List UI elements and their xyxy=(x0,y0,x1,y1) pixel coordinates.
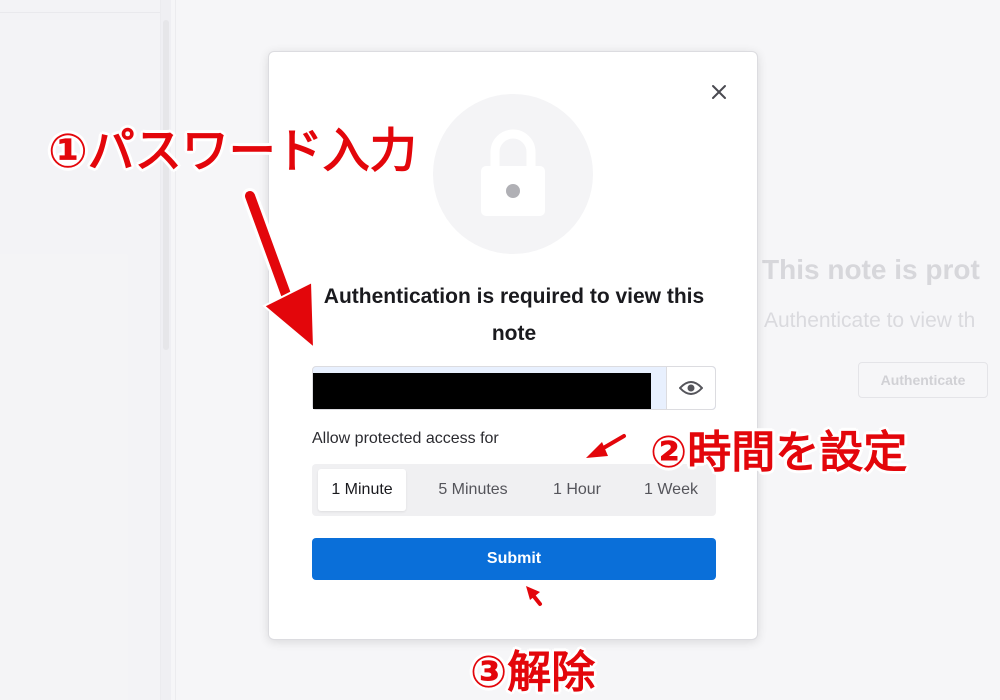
lock-illustration xyxy=(433,94,593,254)
eye-icon xyxy=(679,381,703,395)
access-duration-label: Allow protected access for xyxy=(312,430,499,447)
close-button[interactable] xyxy=(707,80,731,104)
lock-icon xyxy=(481,129,545,216)
duration-option-1-hour[interactable]: 1 Hour xyxy=(538,469,616,511)
password-field xyxy=(312,366,716,410)
dialog-heading: Authentication is required to view this … xyxy=(323,285,705,345)
duration-option-5-minutes[interactable]: 5 Minutes xyxy=(420,469,526,511)
annotation-step3: ③解除 xyxy=(470,647,596,698)
password-input[interactable] xyxy=(313,373,651,409)
submit-button[interactable]: Submit xyxy=(312,538,716,580)
duration-option-1-minute[interactable]: 1 Minute xyxy=(318,469,406,511)
show-password-button[interactable] xyxy=(666,367,715,409)
close-icon xyxy=(712,85,726,99)
annotation-step2: ②時間を設定 xyxy=(650,427,908,478)
annotation-step1: ①パスワード入力 xyxy=(48,124,417,179)
